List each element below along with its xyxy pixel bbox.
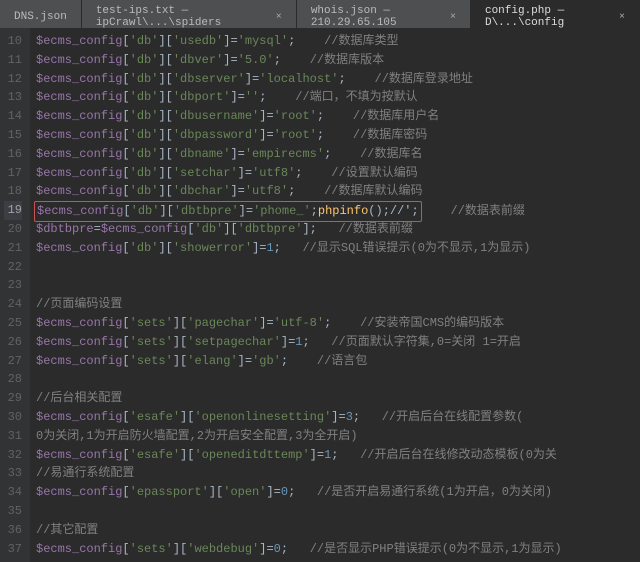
code-line[interactable]: $ecms_config['sets']['elang']='gb'; //语言… (36, 352, 562, 371)
code-line[interactable]: $ecms_config['db']['dbserver']='localhos… (36, 70, 562, 89)
code-line[interactable]: 0为关闭,1为开启防火墙配置,2为开启安全配置,3为全开启) (36, 427, 562, 446)
code-line[interactable]: $ecms_config['db']['dbchar']='utf8'; //数… (36, 182, 562, 201)
line-number: 24 (4, 295, 22, 314)
tab-test-ips[interactable]: test-ips.txt — ipCrawl\...\spiders × (82, 0, 297, 28)
code-line[interactable]: $ecms_config['db']['dbpassword']='root';… (36, 126, 562, 145)
code-editor[interactable]: 1011121314151617181920212223242526272829… (0, 28, 640, 562)
code-line[interactable] (36, 370, 562, 389)
line-number: 34 (4, 483, 22, 502)
code-line[interactable]: $ecms_config['db']['dbusername']='root';… (36, 107, 562, 126)
code-line[interactable]: $ecms_config['db']['dbtbpre']='phome_';p… (36, 201, 562, 220)
tab-label: config.php — D\...\config (485, 5, 609, 29)
tab-label: whois.json — 210.29.65.105 (311, 5, 440, 29)
code-line[interactable] (36, 258, 562, 277)
line-number: 29 (4, 389, 22, 408)
code-line[interactable]: $ecms_config['db']['setchar']='utf8'; //… (36, 164, 562, 183)
code-line[interactable]: $ecms_config['db']['showerror']=1; //显示S… (36, 239, 562, 258)
line-number: 33 (4, 464, 22, 483)
line-number: 28 (4, 370, 22, 389)
close-icon[interactable]: × (276, 12, 282, 23)
line-number: 18 (4, 182, 22, 201)
code-line[interactable]: $ecms_config['db']['dbport']=''; //端口，不填… (36, 88, 562, 107)
line-number: 16 (4, 145, 22, 164)
editor-tabs: DNS.json test-ips.txt — ipCrawl\...\spid… (0, 0, 640, 28)
line-number: 35 (4, 502, 22, 521)
tab-label: test-ips.txt — ipCrawl\...\spiders (96, 5, 266, 29)
line-number: 19 (4, 201, 22, 220)
line-number: 13 (4, 88, 22, 107)
line-number: 21 (4, 239, 22, 258)
code-area[interactable]: $ecms_config['db']['usedb']='mysql'; //数… (30, 28, 562, 562)
code-line[interactable]: $ecms_config['esafe']['openeditdttemp']=… (36, 446, 562, 465)
tab-dns-json[interactable]: DNS.json (0, 0, 82, 28)
code-line[interactable]: $ecms_config['esafe']['openonlinesetting… (36, 408, 562, 427)
line-number: 11 (4, 51, 22, 70)
line-number: 26 (4, 333, 22, 352)
code-line[interactable] (36, 276, 562, 295)
line-number: 14 (4, 107, 22, 126)
tab-label: DNS.json (14, 11, 67, 23)
code-line[interactable]: //后台相关配置 (36, 389, 562, 408)
line-gutter: 1011121314151617181920212223242526272829… (0, 28, 30, 562)
line-number: 31 (4, 427, 22, 446)
line-number: 23 (4, 276, 22, 295)
line-number: 10 (4, 32, 22, 51)
code-line[interactable]: $ecms_config['db']['usedb']='mysql'; //数… (36, 32, 562, 51)
code-line[interactable]: $ecms_config['sets']['webdebug']=0; //是否… (36, 540, 562, 559)
line-number: 37 (4, 540, 22, 559)
line-number: 20 (4, 220, 22, 239)
tab-whois-json[interactable]: whois.json — 210.29.65.105 × (297, 0, 471, 28)
close-icon[interactable]: × (450, 12, 456, 23)
tab-config-php[interactable]: config.php — D\...\config × (471, 0, 640, 28)
code-line[interactable]: //易通行系统配置 (36, 464, 562, 483)
line-number: 25 (4, 314, 22, 333)
code-line[interactable]: $ecms_config['epassport']['open']=0; //是… (36, 483, 562, 502)
code-line[interactable]: //其它配置 (36, 521, 562, 540)
code-line[interactable]: $ecms_config['db']['dbver']='5.0'; //数据库… (36, 51, 562, 70)
code-line[interactable]: $ecms_config['db']['dbname']='empirecms'… (36, 145, 562, 164)
line-number: 22 (4, 258, 22, 277)
line-number: 32 (4, 446, 22, 465)
code-line[interactable]: $ecms_config['sets']['pagechar']='utf-8'… (36, 314, 562, 333)
code-line[interactable] (36, 502, 562, 521)
line-number: 30 (4, 408, 22, 427)
code-line[interactable]: $dbtbpre=$ecms_config['db']['dbtbpre']; … (36, 220, 562, 239)
close-icon[interactable]: × (619, 12, 625, 23)
line-number: 15 (4, 126, 22, 145)
code-line[interactable]: $ecms_config['sets']['setpagechar']=1; /… (36, 333, 562, 352)
line-number: 27 (4, 352, 22, 371)
line-number: 12 (4, 70, 22, 89)
code-line[interactable]: //页面编码设置 (36, 295, 562, 314)
line-number: 36 (4, 521, 22, 540)
line-number: 17 (4, 164, 22, 183)
